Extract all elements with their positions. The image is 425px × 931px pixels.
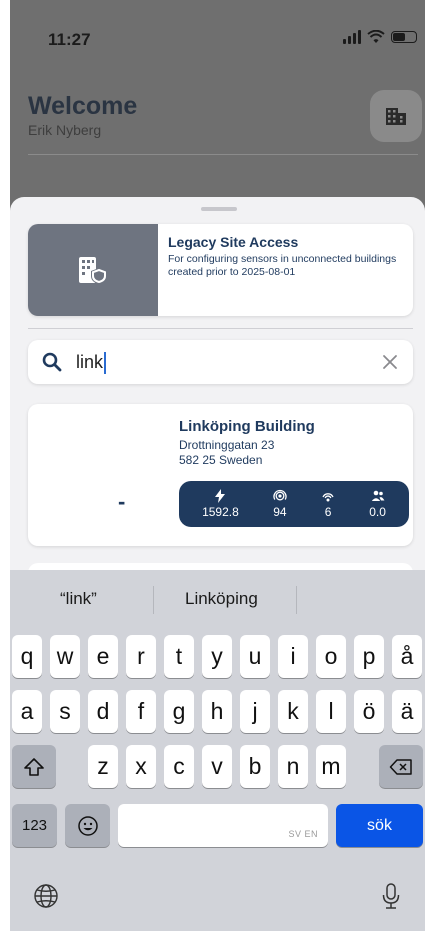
key-c[interactable]: c <box>164 745 194 788</box>
building-address: Drottninggatan 23 582 25 Sweden <box>179 438 274 468</box>
building-shield-icon <box>79 257 107 284</box>
key-t[interactable]: t <box>164 635 194 678</box>
address-line-1: Drottninggatan 23 <box>179 438 275 452</box>
key-m[interactable]: m <box>316 745 346 788</box>
stat-gateways-value: 6 <box>324 505 332 519</box>
divider <box>28 154 418 155</box>
key-i[interactable]: i <box>278 635 308 678</box>
microphone-icon[interactable] <box>377 882 405 910</box>
key-j[interactable]: j <box>240 690 270 733</box>
space-language-label: SV EN <box>288 829 318 839</box>
key-z[interactable]: z <box>88 745 118 788</box>
stat-occupancy: 0.0 <box>369 489 386 519</box>
user-name: Erik Nyberg <box>28 122 102 138</box>
stat-gateways: 6 <box>321 489 335 519</box>
search-input[interactable]: link <box>76 350 107 375</box>
building-name: Linköping Building <box>179 418 315 435</box>
battery-icon <box>391 31 417 43</box>
numbers-key[interactable]: 123 <box>12 804 57 847</box>
key-e[interactable]: e <box>88 635 118 678</box>
stat-energy-value: 1592.8 <box>202 505 239 519</box>
building-result-card[interactable]: - Linköping Building Drottninggatan 23 5… <box>28 404 413 546</box>
stat-sensors-value: 94 <box>273 505 287 519</box>
key-l[interactable]: l <box>316 690 346 733</box>
suggestion-separator <box>153 586 154 614</box>
search-input-value: link <box>76 352 104 372</box>
divider <box>28 328 413 329</box>
text-cursor <box>104 352 107 375</box>
close-icon[interactable] <box>381 353 399 371</box>
key-q[interactable]: q <box>12 635 42 678</box>
suggestion-bar: “link” Linköping <box>10 570 425 626</box>
suggestion-separator <box>296 586 297 614</box>
key-y[interactable]: y <box>202 635 232 678</box>
building-image-placeholder: - <box>118 489 126 514</box>
building-stats: 1592.8 94 6 0.0 <box>179 481 409 527</box>
emoji-icon <box>77 815 98 836</box>
key-f[interactable]: f <box>126 690 156 733</box>
space-key[interactable]: SV EN <box>118 804 328 847</box>
lightning-icon <box>215 489 226 503</box>
key-k[interactable]: k <box>278 690 308 733</box>
building-icon <box>386 108 406 125</box>
key-s[interactable]: s <box>50 690 80 733</box>
key-a[interactable]: a <box>12 690 42 733</box>
emoji-key[interactable] <box>65 804 110 847</box>
key-h[interactable]: h <box>202 690 232 733</box>
key-p[interactable]: p <box>354 635 384 678</box>
keyboard: “link” Linköping q w e r t y u i o p å a… <box>10 570 425 931</box>
key-r[interactable]: r <box>126 635 156 678</box>
legacy-site-description: For configuring sensors in unconnected b… <box>168 253 397 278</box>
page-title: Welcome <box>28 92 138 120</box>
people-icon <box>371 490 384 501</box>
key-v[interactable]: v <box>202 745 232 788</box>
legacy-site-title: Legacy Site Access <box>168 234 299 250</box>
phone-screen: 11:27 Welcome Erik Nyberg Legacy Site Ac… <box>10 0 425 931</box>
shift-icon <box>24 757 44 776</box>
buildings-button[interactable] <box>370 90 422 142</box>
legacy-site-image <box>28 224 158 316</box>
key-u[interactable]: u <box>240 635 270 678</box>
key-g[interactable]: g <box>164 690 194 733</box>
key-b[interactable]: b <box>240 745 270 788</box>
stat-sensors: 94 <box>273 489 287 519</box>
key-a-ring[interactable]: å <box>392 635 422 678</box>
key-x[interactable]: x <box>126 745 156 788</box>
key-o[interactable]: o <box>316 635 346 678</box>
address-line-2: 582 25 Sweden <box>179 453 263 467</box>
wifi-icon <box>367 30 385 43</box>
gateway-icon <box>322 493 334 502</box>
sheet-grabber[interactable] <box>201 207 237 211</box>
key-o-umlaut[interactable]: ö <box>354 690 384 733</box>
delete-key[interactable] <box>379 745 423 788</box>
status-icons <box>343 30 417 44</box>
status-bar: 11:27 <box>10 0 425 80</box>
cellular-signal-icon <box>343 30 361 44</box>
key-w[interactable]: w <box>50 635 80 678</box>
sensor-icon <box>273 489 287 501</box>
status-time: 11:27 <box>48 30 91 49</box>
suggestion-typed[interactable]: “link” <box>60 589 97 609</box>
key-n[interactable]: n <box>278 745 308 788</box>
shift-key[interactable] <box>12 745 56 788</box>
search-return-key[interactable]: sök <box>336 804 423 847</box>
stat-energy: 1592.8 <box>202 489 239 519</box>
key-d[interactable]: d <box>88 690 118 733</box>
globe-icon[interactable] <box>32 882 60 910</box>
key-a-umlaut[interactable]: ä <box>392 690 422 733</box>
backspace-icon <box>389 758 412 775</box>
legacy-site-access-card[interactable]: Legacy Site Access For configuring senso… <box>28 224 413 316</box>
search-icon <box>42 352 62 372</box>
search-bar[interactable]: link <box>28 340 413 384</box>
suggestion-autocomplete[interactable]: Linköping <box>185 589 258 609</box>
stat-occupancy-value: 0.0 <box>369 505 386 519</box>
